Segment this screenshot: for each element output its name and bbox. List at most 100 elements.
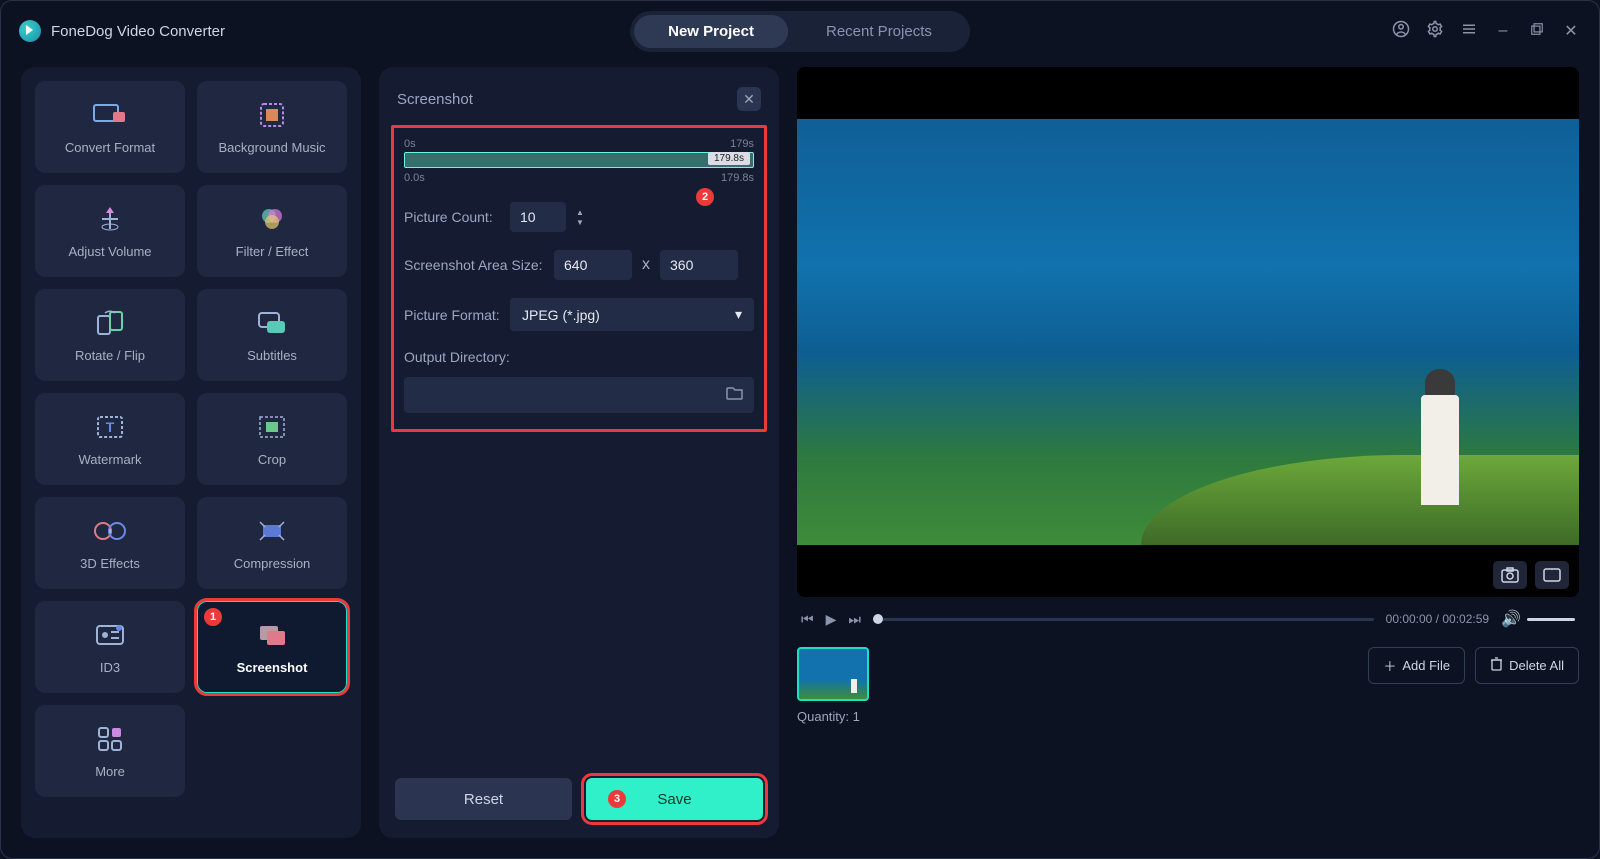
- screenshot-panel: Screenshot ✕ 2 0s 179s 179.8s 0.0s 179.8…: [379, 67, 779, 838]
- tool-crop[interactable]: Crop: [197, 393, 347, 485]
- tool-label: Convert Format: [65, 140, 155, 155]
- play-icon[interactable]: ▶: [826, 611, 837, 628]
- tool-watermark[interactable]: T Watermark: [35, 393, 185, 485]
- annotation-badge-1: 1: [204, 608, 222, 626]
- delete-all-label: Delete All: [1509, 658, 1564, 673]
- volume-icon[interactable]: 🔊: [1501, 609, 1521, 629]
- reset-button[interactable]: Reset: [395, 778, 572, 820]
- minimize-icon[interactable]: –: [1493, 22, 1513, 40]
- tool-adjust-volume[interactable]: Adjust Volume: [35, 185, 185, 277]
- tool-sidebar: Convert Format Background Music Adjust V…: [21, 67, 361, 838]
- save-label: Save: [657, 791, 691, 808]
- 3d-icon: [93, 516, 127, 546]
- output-directory-field[interactable]: [404, 377, 754, 413]
- preview-area: ⏮ ▶ ⏭ 00:00:00 / 00:02:59 🔊 Quantity: 1 …: [797, 67, 1579, 838]
- fullscreen-icon[interactable]: [1535, 561, 1569, 589]
- range-end-bottom: 179.8s: [721, 172, 754, 184]
- add-file-button[interactable]: ＋ Add File: [1368, 647, 1465, 684]
- app-logo-icon: [19, 20, 41, 42]
- area-width-input[interactable]: [554, 250, 632, 280]
- tool-label: 3D Effects: [80, 556, 140, 571]
- rotate-icon: [93, 308, 127, 338]
- delete-all-button[interactable]: Delete All: [1475, 647, 1579, 684]
- compress-icon: [255, 516, 289, 546]
- tool-convert-format[interactable]: Convert Format: [35, 81, 185, 173]
- tool-label: Background Music: [219, 140, 326, 155]
- settings-icon[interactable]: [1425, 20, 1445, 43]
- titlebar: FoneDog Video Converter New Project Rece…: [1, 1, 1599, 61]
- picture-count-label: Picture Count:: [404, 209, 500, 225]
- crop-icon: [255, 412, 289, 442]
- progress-bar[interactable]: [873, 618, 1374, 621]
- tab-recent-projects[interactable]: Recent Projects: [792, 15, 966, 48]
- menu-icon[interactable]: [1459, 20, 1479, 43]
- screenshot-settings-group: 2 0s 179s 179.8s 0.0s 179.8s Picture Cou…: [391, 125, 767, 432]
- annotation-badge-3: 3: [608, 790, 626, 808]
- area-height-input[interactable]: [660, 250, 738, 280]
- watermark-icon: T: [93, 412, 127, 442]
- tool-label: Filter / Effect: [236, 244, 309, 259]
- tool-filter-effect[interactable]: Filter / Effect: [197, 185, 347, 277]
- picture-count-input[interactable]: [510, 202, 566, 232]
- brand: FoneDog Video Converter: [19, 20, 225, 42]
- window-controls: – ✕: [1391, 20, 1581, 43]
- folder-icon[interactable]: [726, 385, 744, 406]
- account-icon[interactable]: [1391, 20, 1411, 43]
- video-preview: [797, 67, 1579, 597]
- range-value-bubble: 179.8s: [708, 152, 750, 165]
- tool-more[interactable]: More: [35, 705, 185, 797]
- tool-label: Crop: [258, 452, 286, 467]
- convert-icon: [93, 100, 127, 130]
- tab-new-project[interactable]: New Project: [634, 15, 788, 48]
- volume-slider[interactable]: [1527, 618, 1575, 621]
- tool-3d-effects[interactable]: 3D Effects: [35, 497, 185, 589]
- tool-label: Watermark: [78, 452, 141, 467]
- time-range-slider[interactable]: 179.8s: [404, 152, 754, 168]
- trash-icon: [1490, 657, 1503, 674]
- chevron-down-icon: ▾: [735, 306, 742, 323]
- tool-label: Adjust Volume: [68, 244, 151, 259]
- tool-label: More: [95, 764, 125, 779]
- picture-format-label: Picture Format:: [404, 307, 500, 323]
- tool-background-music[interactable]: Background Music: [197, 81, 347, 173]
- tool-label: Subtitles: [247, 348, 297, 363]
- filter-icon: [255, 204, 289, 234]
- range-start-top: 0s: [404, 138, 416, 150]
- tool-label: Compression: [234, 556, 311, 571]
- tool-id3[interactable]: ID3: [35, 601, 185, 693]
- playback-controls: ⏮ ▶ ⏭ 00:00:00 / 00:02:59 🔊: [797, 609, 1579, 629]
- output-directory-label: Output Directory:: [404, 349, 754, 365]
- more-icon: [93, 724, 127, 754]
- range-start-bottom: 0.0s: [404, 172, 425, 184]
- id3-icon: [93, 620, 127, 650]
- save-button[interactable]: 3 Save: [586, 778, 763, 820]
- tool-label: Screenshot: [237, 660, 308, 675]
- skip-forward-icon[interactable]: ⏭: [848, 611, 861, 628]
- tool-screenshot[interactable]: 1 Screenshot: [197, 601, 347, 693]
- tool-rotate-flip[interactable]: Rotate / Flip: [35, 289, 185, 381]
- quantity-label: Quantity: 1: [797, 709, 869, 724]
- video-frame: [797, 119, 1579, 545]
- add-file-label: Add File: [1402, 658, 1450, 673]
- tool-label: ID3: [100, 660, 120, 675]
- capture-icon[interactable]: [1493, 561, 1527, 589]
- clip-thumbnail[interactable]: [797, 647, 869, 701]
- picture-format-select[interactable]: JPEG (*.jpg) ▾: [510, 298, 754, 331]
- skip-back-icon[interactable]: ⏮: [801, 611, 814, 628]
- panel-close-button[interactable]: ✕: [737, 87, 761, 111]
- tool-compression[interactable]: Compression: [197, 497, 347, 589]
- area-size-label: Screenshot Area Size:: [404, 257, 544, 273]
- main-layout: Convert Format Background Music Adjust V…: [1, 61, 1599, 858]
- close-icon[interactable]: ✕: [1561, 21, 1581, 41]
- subtitles-icon: [255, 308, 289, 338]
- music-icon: [255, 100, 289, 130]
- annotation-badge-2: 2: [696, 188, 714, 206]
- maximize-icon[interactable]: [1527, 22, 1547, 41]
- picture-count-stepper[interactable]: ▲▼: [572, 207, 588, 227]
- panel-title: Screenshot: [397, 91, 473, 108]
- area-x-label: x: [642, 256, 650, 274]
- volume-icon: [93, 204, 127, 234]
- range-end-top: 179s: [730, 138, 754, 150]
- svg-text:T: T: [106, 419, 115, 435]
- tool-subtitles[interactable]: Subtitles: [197, 289, 347, 381]
